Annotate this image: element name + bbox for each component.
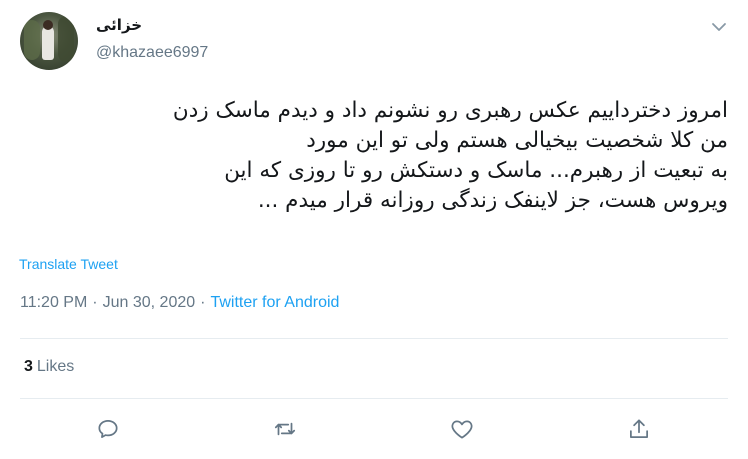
tweet-meta: 11:20 PM · Jun 30, 2020 · Twitter for Androi… <box>20 294 339 312</box>
author-name[interactable]: خزائی <box>96 16 142 34</box>
divider <box>20 398 728 399</box>
likes-label: Likes <box>36 358 75 375</box>
tweet-text-line: امروز دخترداییم عکس رهبری رو نشونم داد و… <box>172 98 728 123</box>
retweet-icon[interactable] <box>272 416 298 442</box>
avatar-background-foliage <box>24 20 40 60</box>
tweet-text-line: به تبعیت از رهبرم... ماسک و دستکش رو تا … <box>224 158 728 183</box>
translate-tweet-link[interactable]: Translate Tweet <box>19 256 118 272</box>
chevron-down-icon[interactable] <box>708 16 730 38</box>
divider <box>20 338 728 339</box>
avatar-background-foliage-right <box>58 16 74 62</box>
likes-stat[interactable]: 3 Likes <box>24 358 74 376</box>
tweet-date[interactable]: Jun 30, 2020 <box>103 294 196 311</box>
likes-count: 3 <box>24 358 33 375</box>
tweet-text: امروز دخترداییم عکس رهبری رو نشونم داد و… <box>13 96 728 216</box>
tweet-text-line: من کلا شخصیت بیخیالی هستم ولی تو این مور… <box>306 128 728 153</box>
author-handle[interactable]: @khazaee6997 <box>96 44 208 62</box>
tweet-text-line: ویروس هست، جز لاینفک زندگی روزانه قرار م… <box>257 188 728 213</box>
reply-icon[interactable] <box>95 416 121 442</box>
avatar-figure-head <box>43 20 53 30</box>
meta-separator: · <box>92 294 98 311</box>
tweet-source-link[interactable]: Twitter for Android <box>210 294 339 311</box>
avatar-figure <box>42 26 54 60</box>
share-icon[interactable] <box>626 416 652 442</box>
avatar[interactable] <box>20 12 78 70</box>
heart-icon[interactable] <box>449 416 475 442</box>
meta-separator: · <box>200 294 206 311</box>
tweet-time[interactable]: 11:20 PM <box>20 294 87 311</box>
